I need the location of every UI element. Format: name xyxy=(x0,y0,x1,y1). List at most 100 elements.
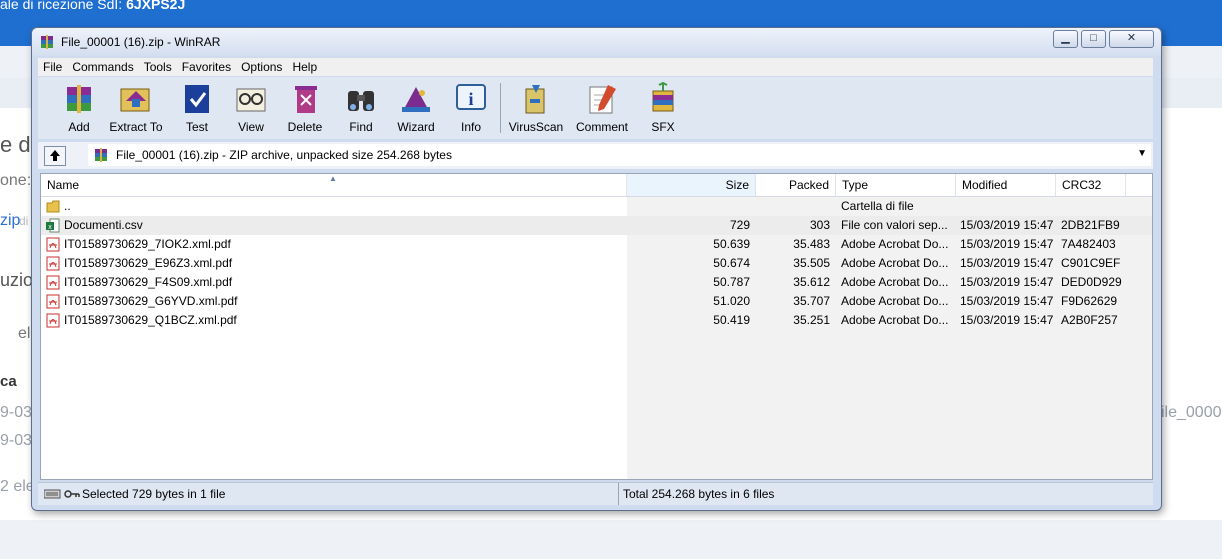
window-title: File_00001 (16).zip - WinRAR xyxy=(61,35,221,49)
winrar-window: File_00001 (16).zip - WinRAR ▁ □ ✕ File C… xyxy=(31,27,1162,511)
close-button[interactable]: ✕ xyxy=(1109,30,1154,48)
file-name: IT01589730629_Q1BCZ.xml.pdf xyxy=(64,313,237,327)
menu-options[interactable]: Options xyxy=(236,58,287,76)
info-button[interactable]: i Info xyxy=(442,81,500,134)
selection-status: Selected 729 bytes in 1 file xyxy=(82,487,226,501)
file-modified: 15/03/2019 15:47 xyxy=(960,237,1054,251)
file-packed: 35.505 xyxy=(793,256,830,270)
view-icon xyxy=(236,88,266,112)
file-row[interactable]: IT01589730629_7IOK2.xml.pdf 50.639 35.483 A… xyxy=(41,235,1152,254)
pdf-icon xyxy=(46,313,60,328)
file-modified: 15/03/2019 15:47 xyxy=(960,218,1054,232)
sfx-button[interactable]: SFX xyxy=(634,81,692,134)
file-type: Adobe Acrobat Do... xyxy=(841,237,949,251)
maximize-button[interactable]: □ xyxy=(1081,30,1106,48)
file-type: Adobe Acrobat Do... xyxy=(841,313,949,327)
menu-tools[interactable]: Tools xyxy=(139,58,177,76)
comment-button[interactable]: Comment xyxy=(570,81,634,134)
file-row[interactable]: x Documenti.csv 729 303 File con valori sep.… xyxy=(41,216,1152,235)
file-row[interactable]: IT01589730629_Q1BCZ.xml.pdf 50.419 35.251 A… xyxy=(41,311,1152,330)
up-arrow-icon xyxy=(50,150,60,161)
file-modified: 15/03/2019 15:47 xyxy=(960,275,1054,289)
add-button[interactable]: Add xyxy=(50,81,108,134)
drive-key-icon xyxy=(44,489,80,499)
file-list-header: Name Size Packed Type Modified CRC32 ▲ xyxy=(41,174,1152,197)
view-button[interactable]: View xyxy=(222,81,280,134)
menu-file[interactable]: File xyxy=(38,58,67,76)
svg-text:x: x xyxy=(48,224,52,231)
comment-icon xyxy=(589,85,616,114)
file-name: IT01589730629_E96Z3.xml.pdf xyxy=(64,256,233,270)
winrar-app-icon xyxy=(41,35,53,49)
column-type[interactable]: Type xyxy=(836,174,956,196)
file-modified: 15/03/2019 15:47 xyxy=(960,294,1054,308)
file-crc: F9D62629 xyxy=(1061,294,1118,308)
sort-indicator-icon: ▲ xyxy=(329,174,337,183)
find-icon xyxy=(348,91,374,111)
file-row[interactable]: IT01589730629_F4S09.xml.pdf 50.787 35.612 A… xyxy=(41,273,1152,292)
info-icon: i xyxy=(456,84,486,110)
extract-to-label: Extract To xyxy=(109,120,163,134)
bg-link-fragment[interactable]: zip xyxy=(0,212,20,230)
sdi-receipt-label: ale di ricezione SdI: 6JXPS2J xyxy=(0,0,185,12)
file-packed: 303 xyxy=(809,218,830,232)
toolbar: Add Extract To Test View Delete Find Wiz… xyxy=(38,77,1153,139)
pdf-icon xyxy=(46,256,60,271)
bg-col-header-fragment: ca xyxy=(0,373,17,390)
bg-label-fragment: one: xyxy=(0,172,32,189)
test-button[interactable]: Test xyxy=(168,81,226,134)
column-size[interactable]: Size xyxy=(627,174,756,196)
delete-button[interactable]: Delete xyxy=(276,81,334,134)
extract-to-button[interactable]: Extract To xyxy=(107,81,165,134)
menu-bar: File Commands Tools Favorites Options Help xyxy=(38,58,1153,76)
file-row[interactable]: IT01589730629_E96Z3.xml.pdf 50.674 35.505 A… xyxy=(41,254,1152,273)
file-size xyxy=(627,197,750,216)
file-row[interactable]: .. Cartella di file xyxy=(41,197,1152,216)
archive-path-field[interactable]: File_00001 (16).zip - ZIP archive, unpac… xyxy=(88,144,1151,166)
file-packed: 35.251 xyxy=(793,313,830,327)
delete-label: Delete xyxy=(287,120,323,134)
menu-help[interactable]: Help xyxy=(287,58,322,76)
virusscan-button[interactable]: VirusScan xyxy=(504,81,568,134)
file-list: Name Size Packed Type Modified CRC32 ▲ .… xyxy=(40,173,1153,480)
bg-file-fragment: ile_0000 xyxy=(1161,404,1222,421)
test-icon xyxy=(185,85,209,113)
bg-col-fragment: el xyxy=(18,325,31,342)
archive-path-text: File_00001 (16).zip - ZIP archive, unpac… xyxy=(116,148,452,162)
column-modified[interactable]: Modified xyxy=(956,174,1056,196)
bg-count-fragment: 2 ele xyxy=(0,478,35,495)
file-type: File con valori sep... xyxy=(841,218,948,232)
status-left: Selected 729 bytes in 1 file xyxy=(42,483,614,505)
pdf-icon xyxy=(46,294,60,309)
file-size: 50.419 xyxy=(713,313,750,327)
file-modified: 15/03/2019 15:47 xyxy=(960,313,1054,327)
wizard-label: Wizard xyxy=(397,120,435,134)
column-crc32[interactable]: CRC32 xyxy=(1056,174,1126,196)
title-bar[interactable]: File_00001 (16).zip - WinRAR ▁ □ ✕ xyxy=(32,28,1161,56)
file-packed: 35.707 xyxy=(793,294,830,308)
path-dropdown-icon[interactable]: ▼ xyxy=(1137,148,1147,159)
file-modified xyxy=(960,197,1055,216)
file-crc xyxy=(1061,197,1131,216)
archive-icon xyxy=(95,148,107,162)
file-packed xyxy=(756,197,830,216)
status-right: Total 254.268 bytes in 6 files xyxy=(618,483,1153,505)
file-type: Adobe Acrobat Do... xyxy=(841,275,949,289)
bg-section-fragment: uzio xyxy=(0,270,34,290)
virusscan-icon xyxy=(525,85,545,114)
sfx-icon xyxy=(652,81,674,112)
file-size: 51.020 xyxy=(713,294,750,308)
up-folder-button[interactable] xyxy=(44,146,66,166)
minimize-button[interactable]: ▁ xyxy=(1053,30,1078,48)
sfx-label: SFX xyxy=(651,120,675,134)
file-crc: 7A482403 xyxy=(1061,237,1116,251)
file-size: 729 xyxy=(729,218,750,232)
menu-commands[interactable]: Commands xyxy=(67,58,138,76)
find-button[interactable]: Find xyxy=(332,81,390,134)
column-packed[interactable]: Packed xyxy=(756,174,836,196)
menu-favorites[interactable]: Favorites xyxy=(177,58,236,76)
file-size: 50.787 xyxy=(713,275,750,289)
wizard-button[interactable]: Wizard xyxy=(387,81,445,134)
add-archive-icon xyxy=(67,85,91,113)
file-row[interactable]: IT01589730629_G6YVD.xml.pdf 51.020 35.707 A… xyxy=(41,292,1152,311)
